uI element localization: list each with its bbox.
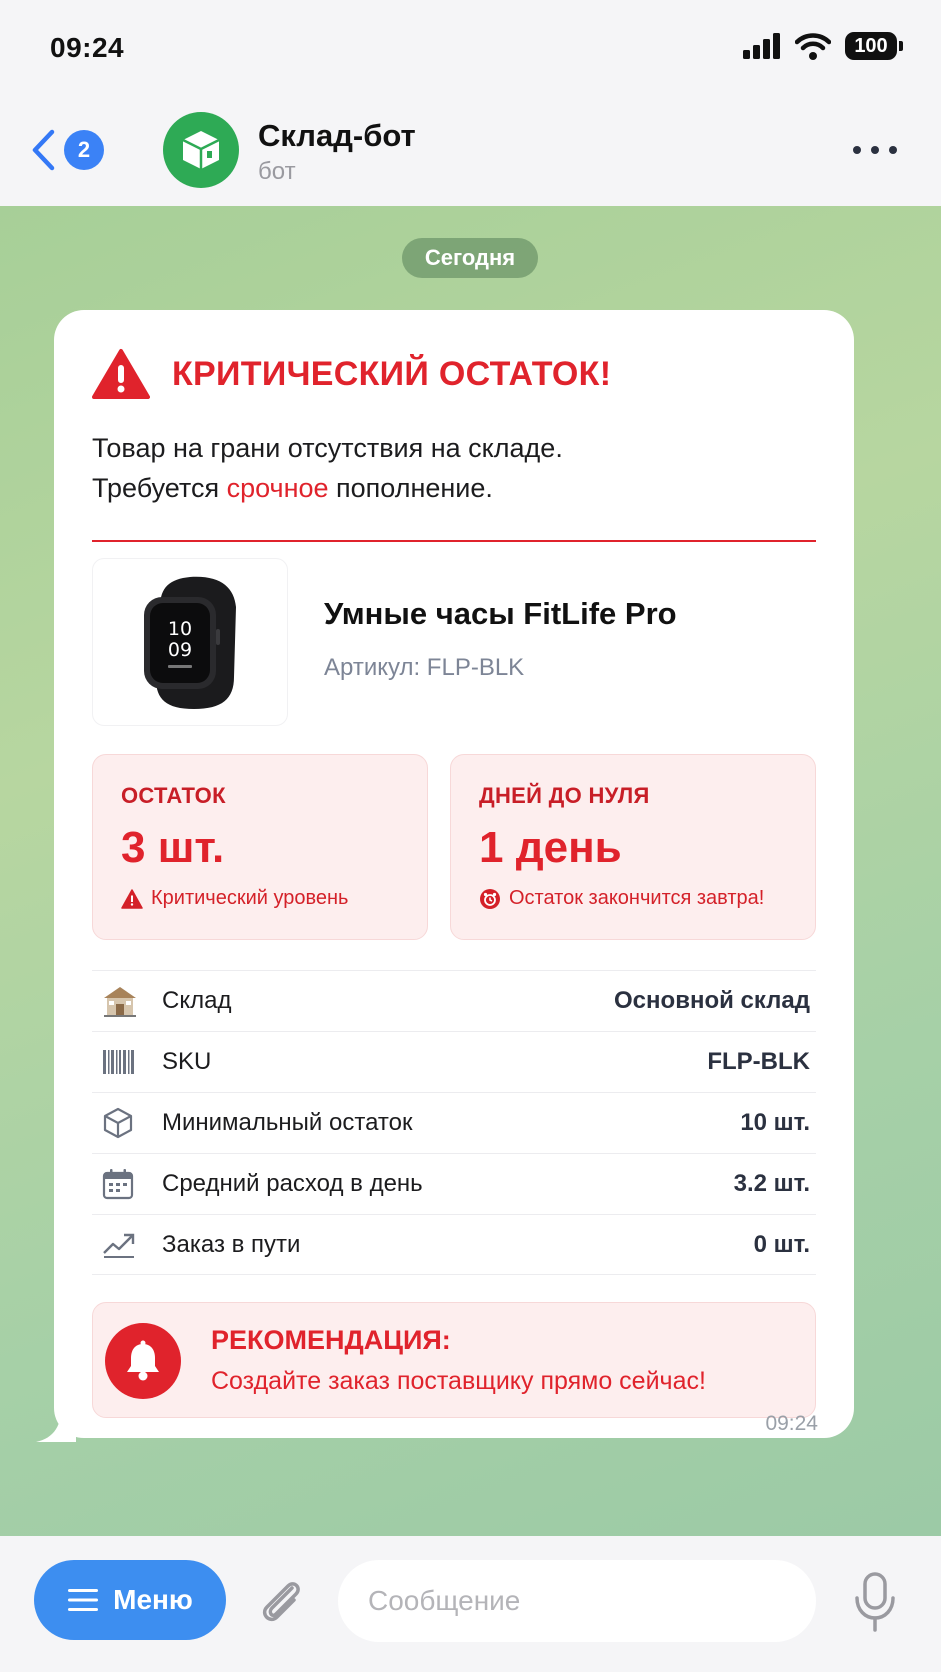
alert-description: Товар на грани отсутствия на складе. Тре… [92, 428, 563, 508]
detail-value: 0 шт. [753, 1230, 810, 1258]
detail-value: Основной склад [614, 987, 810, 1014]
detail-label: Заказ в пути [162, 1230, 301, 1258]
warning-icon [92, 349, 150, 399]
alert-line-2-start: Требуется [92, 473, 227, 503]
battery-icon: 100 [845, 32, 903, 60]
chat-title[interactable]: Склад-бот [258, 118, 416, 154]
detail-label: Средний расход в день [162, 1170, 423, 1197]
stat-label: ОСТАТОК [121, 783, 226, 808]
message-input[interactable] [338, 1560, 816, 1642]
bot-message: КРИТИЧЕСКИЙ ОСТАТОК! Товар на грани отсу… [54, 310, 854, 1438]
chat-subtitle: бот [258, 158, 296, 185]
menu-label: Меню [113, 1584, 193, 1615]
detail-row-warehouse: Склад Основной склад [92, 970, 816, 1031]
stat-note-text: Критический уровень [151, 887, 349, 909]
dot [889, 146, 897, 154]
recommendation-text: Создайте заказ поставщику прямо сейчас! [211, 1367, 706, 1395]
message-timestamp: 09:24 [765, 1412, 818, 1435]
trend-up-icon [103, 1233, 135, 1258]
stat-value: 3 шт. [121, 823, 225, 872]
bot-avatar[interactable] [163, 112, 239, 188]
status-bar: 09:24 100 [0, 0, 941, 96]
detail-row-incoming-order: Заказ в пути 0 шт. [92, 1214, 816, 1275]
stat-value: 1 день [479, 823, 622, 872]
paperclip-icon[interactable] [254, 1574, 310, 1630]
bot-menu-button[interactable]: Меню [34, 1560, 226, 1640]
detail-label: SKU [162, 1048, 212, 1075]
stock-details-table: Склад Основной склад SKU FLP-BLK Минимал… [92, 970, 816, 1275]
alarm-icon [480, 888, 500, 909]
recommendation-box: РЕКОМЕНДАЦИЯ: Создайте заказ поставщику … [92, 1302, 816, 1418]
microphone-icon[interactable] [851, 1570, 899, 1634]
watch-hours: 10 [168, 618, 192, 640]
back-button[interactable]: 2 [30, 122, 104, 178]
stock-remaining-card: ОСТАТОК 3 шт. Критический уровень [92, 754, 428, 940]
chat-area[interactable]: Сегодня КРИТИЧЕСКИЙ ОСТАТОК! Товар на гр… [0, 206, 941, 1536]
detail-row-min-stock: Минимальный остаток 10 шт. [92, 1092, 816, 1153]
alert-divider [92, 540, 816, 542]
detail-label: Склад [162, 987, 232, 1014]
watch-minutes: 09 [168, 639, 192, 661]
product-image: 10 09 [92, 558, 288, 726]
stat-note: Остаток закончится завтра! [479, 887, 787, 910]
detail-row-avg-usage: Средний расход в день 3.2 шт. [92, 1153, 816, 1214]
stat-note-text: Остаток закончится завтра! [509, 887, 765, 909]
recommendation-title: РЕКОМЕНДАЦИЯ: [211, 1325, 451, 1355]
calendar-icon [102, 1169, 134, 1200]
detail-value: 10 шт. [740, 1109, 810, 1136]
chat-header: 2 Склад-бот бот [0, 96, 941, 206]
warehouse-icon [104, 987, 136, 1017]
alert-title: КРИТИЧЕСКИЙ ОСТАТОК! [172, 354, 612, 393]
days-to-zero-card: ДНЕЙ ДО НУЛЯ 1 день Остаток закончится з… [450, 754, 816, 940]
urgent-word: срочное [226, 473, 329, 503]
warning-icon [121, 888, 143, 909]
stat-note: Критический уровень [121, 887, 399, 910]
detail-value: 3.2 шт. [733, 1170, 810, 1197]
bell-icon [127, 1340, 159, 1381]
box-icon [182, 131, 220, 169]
alert-header: КРИТИЧЕСКИЙ ОСТАТОК! [92, 348, 611, 400]
hamburger-icon [68, 1589, 99, 1611]
product-name: Умные часы FitLife Pro [324, 596, 677, 631]
cellular-signal-icon [743, 33, 780, 59]
detail-label: Минимальный остаток [162, 1109, 413, 1136]
bell-badge [105, 1323, 181, 1399]
dot [853, 146, 861, 154]
battery-level: 100 [854, 34, 888, 57]
dot [871, 146, 879, 154]
unread-count-badge: 2 [64, 130, 104, 170]
stat-label: ДНЕЙ ДО НУЛЯ [479, 783, 650, 808]
wifi-icon [795, 33, 831, 60]
alert-line-2-end: пополнение. [328, 473, 493, 503]
status-time: 09:24 [50, 32, 125, 63]
box-icon [103, 1107, 133, 1139]
detail-value: FLP-BLK [707, 1048, 810, 1075]
date-separator: Сегодня [402, 238, 538, 278]
chevron-left-icon [32, 129, 55, 171]
product-sku: Артикул: FLP-BLK [324, 654, 525, 681]
more-options-button[interactable] [853, 136, 897, 164]
telegram-chat-screen: 09:24 100 2 Склад-бот бот Сегодня КРИТИЧ… [0, 0, 941, 1672]
detail-row-sku: SKU FLP-BLK [92, 1031, 816, 1092]
status-icons: 100 [743, 32, 903, 60]
smartwatch-image: 10 09 [144, 576, 236, 709]
message-composer: Меню [0, 1536, 941, 1672]
alert-line-2: Требуется срочное пополнение. [92, 468, 563, 508]
alert-line-1: Товар на грани отсутствия на складе. [92, 433, 563, 463]
barcode-icon [103, 1050, 134, 1074]
